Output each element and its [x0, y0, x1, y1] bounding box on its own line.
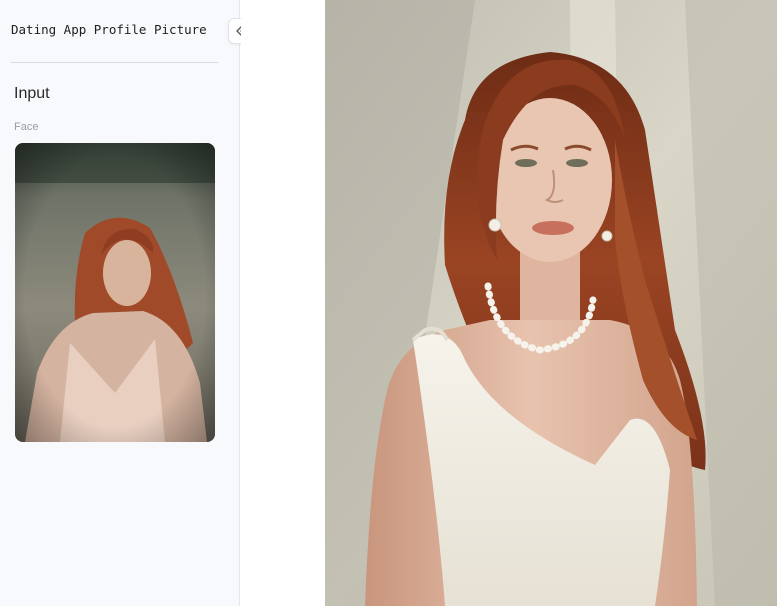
- generated-portrait-image[interactable]: [325, 0, 777, 606]
- face-photo-illustration: [15, 143, 215, 442]
- face-field-label: Face: [14, 121, 39, 133]
- sidebar: Dating App Profile Picture Input Face: [0, 0, 240, 606]
- center-pane: [241, 0, 325, 606]
- section-heading-input: Input: [14, 85, 50, 102]
- face-input-image[interactable]: [15, 143, 215, 442]
- sidebar-divider: [11, 62, 218, 63]
- app-title: Dating App Profile Picture: [11, 22, 207, 37]
- portrait-illustration: [325, 0, 777, 606]
